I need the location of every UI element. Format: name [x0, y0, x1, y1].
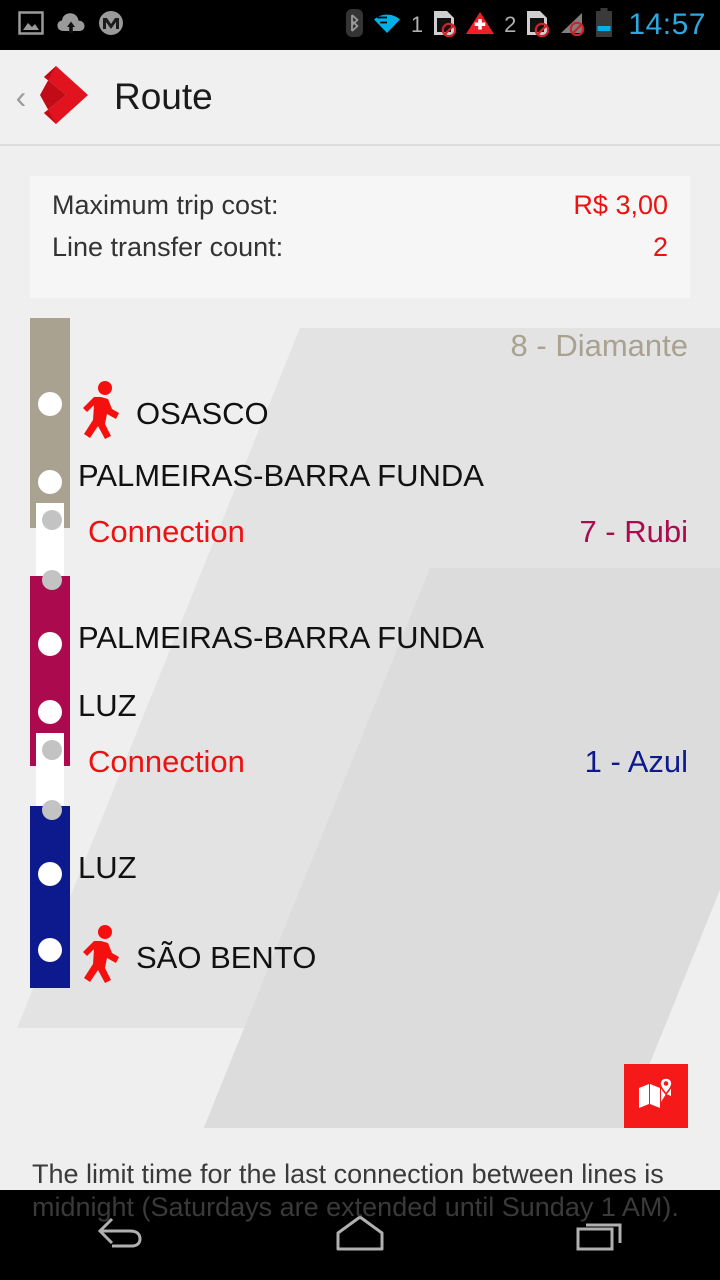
cloud-upload-icon [56, 10, 86, 41]
connection-label: Connection [88, 514, 245, 549]
status-bar-right-icons: 1 2 14:57 [345, 7, 720, 43]
connection-row-2: Connection 1 - Azul [0, 744, 720, 780]
station-name: SÃO BENTO [136, 939, 317, 975]
station-name: PALMEIRAS-BARRA FUNDA [78, 620, 484, 655]
line-label-7: 7 - Rubi [579, 514, 688, 549]
route-timeline: 8 - Diamante OSASCO PALMEIRAS-BARRA FUND… [0, 318, 720, 988]
page-title: Route [114, 76, 213, 117]
max-trip-cost-value: R$ 3,00 [573, 190, 668, 220]
station-row-luz-1[interactable]: LUZ [0, 688, 720, 724]
gallery-icon [18, 10, 44, 41]
connection-row-1: Connection 7 - Rubi [0, 514, 720, 550]
station-row-palmeiras-1[interactable]: PALMEIRAS-BARRA FUNDA [0, 458, 720, 494]
connection-dot [42, 570, 62, 590]
max-trip-cost-label: Maximum trip cost: [52, 190, 279, 220]
bluetooth-icon [345, 8, 363, 42]
sim2-disabled-icon [525, 9, 550, 42]
station-name: PALMEIRAS-BARRA FUNDA [78, 458, 484, 493]
signal-disabled-icon [558, 10, 586, 41]
status-bar-clock: 14:57 [628, 8, 706, 41]
line-transfer-count-label: Line transfer count: [52, 232, 284, 262]
wifi-icon [372, 11, 402, 40]
main-content: Maximum trip cost: R$ 3,00 Line transfer… [0, 148, 720, 1222]
sim2-label: 2 [504, 12, 517, 37]
line-header-row: 8 - Diamante [0, 328, 720, 364]
sim1-label: 1 [410, 12, 424, 37]
view-on-map-button[interactable] [624, 1064, 688, 1128]
line-label-8: 8 - Diamante [510, 328, 688, 363]
station-name: OSASCO [136, 395, 269, 431]
action-bar: ‹ Route [0, 50, 720, 146]
station-name: LUZ [78, 850, 137, 885]
map-pin-icon [636, 1074, 676, 1119]
station-name: LUZ [78, 688, 137, 723]
line-label-1: 1 - Azul [584, 744, 688, 779]
station-row-osasco[interactable]: OSASCO [0, 380, 720, 447]
battery-icon [595, 7, 613, 43]
trip-summary-card: Maximum trip cost: R$ 3,00 Line transfer… [30, 176, 690, 298]
station-row-luz-2[interactable]: LUZ [0, 850, 720, 886]
sim1-disabled-icon [432, 9, 457, 42]
connection-dot [42, 800, 62, 820]
walking-person-icon [78, 924, 126, 991]
back-navigation-button[interactable]: ‹ [8, 81, 34, 113]
summary-row-cost: Maximum trip cost: R$ 3,00 [52, 190, 668, 232]
cptm-diamond-logo-icon[interactable] [36, 64, 92, 131]
summary-row-transfers: Line transfer count: 2 [52, 232, 668, 274]
line-transfer-count-value: 2 [652, 232, 668, 262]
connection-label: Connection [88, 744, 245, 779]
alert-triangle-icon [465, 10, 495, 41]
walking-person-icon [78, 380, 126, 447]
status-bar-left-icons [0, 10, 124, 41]
footnote-text: The limit time for the last connection b… [32, 1159, 679, 1222]
station-row-palmeiras-2[interactable]: PALMEIRAS-BARRA FUNDA [0, 620, 720, 656]
status-bar: 1 2 14:57 [0, 0, 720, 50]
station-row-sao-bento[interactable]: SÃO BENTO [0, 924, 720, 991]
motorola-icon [98, 10, 124, 41]
